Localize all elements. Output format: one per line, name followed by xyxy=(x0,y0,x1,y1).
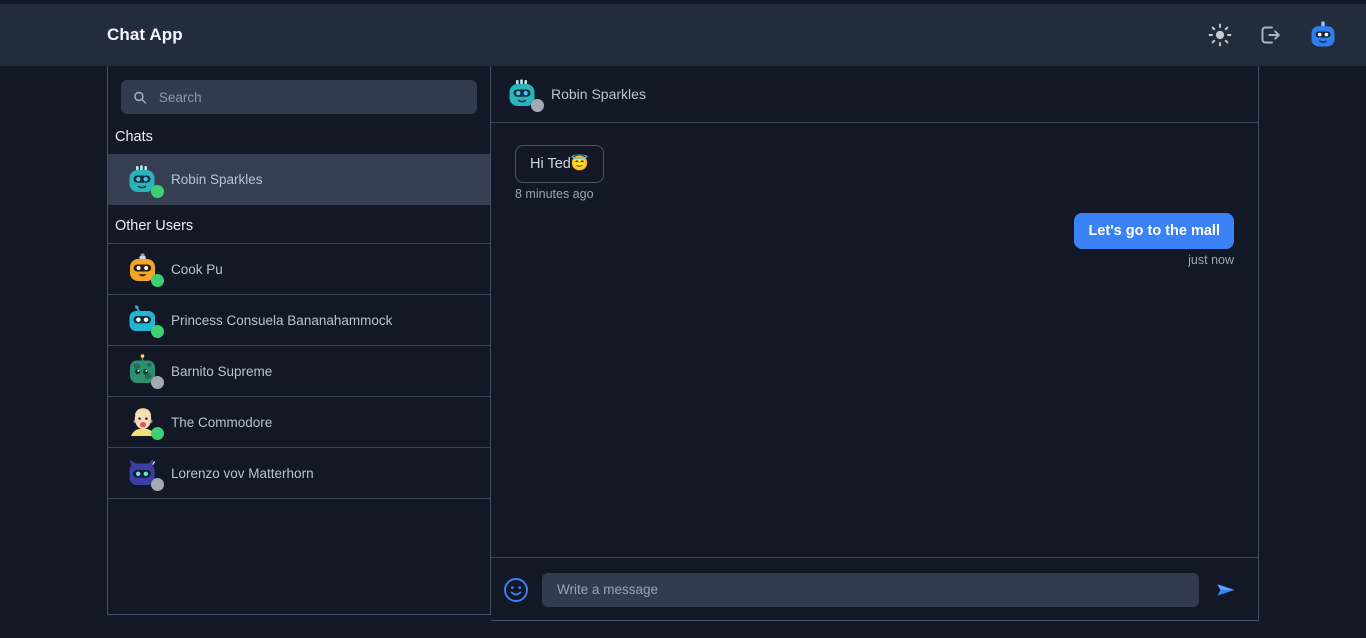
message-bubble: Let's go to the mall xyxy=(1074,213,1234,250)
composer-bottom-border xyxy=(491,620,1259,621)
status-dot-offline xyxy=(531,99,544,112)
chat-header: Robin Sparkles xyxy=(491,66,1258,123)
search-box[interactable] xyxy=(121,80,477,114)
sun-icon xyxy=(1208,23,1232,47)
sidebar-item-cook-pu[interactable]: Cook Pu xyxy=(108,243,490,294)
search-input[interactable] xyxy=(156,88,465,106)
status-dot-online xyxy=(151,427,164,440)
sidebar-item-label: Barnito Supreme xyxy=(171,363,273,379)
chat-app-window: Chat App Search Chats Robin Sparkles Oth… xyxy=(0,0,1366,638)
sidebar-item-label: The Commodore xyxy=(171,414,273,430)
chat-panel: Robin Sparkles Hi Ted😇 8 minutes ago Let… xyxy=(491,66,1259,557)
current-user-avatar[interactable] xyxy=(1308,20,1338,50)
emoji-picker-button[interactable] xyxy=(503,577,529,603)
chat-contact-name: Robin Sparkles xyxy=(551,86,646,102)
page-title: Chat App xyxy=(107,25,183,44)
sidebar-item-label: Cook Pu xyxy=(171,261,223,277)
message-list: Hi Ted😇 8 minutes ago Let's go to the ma… xyxy=(491,123,1258,557)
sidebar-item-label: Lorenzo vov Matterhorn xyxy=(171,465,314,481)
message-composer xyxy=(491,557,1259,621)
status-dot-online xyxy=(151,184,164,198)
status-dot-online xyxy=(151,274,164,287)
avatar xyxy=(126,456,164,491)
sidebar-item-robin-sparkles[interactable]: Robin Sparkles xyxy=(108,154,490,205)
status-dot-offline xyxy=(151,376,164,389)
avatar xyxy=(126,252,164,287)
robot-avatar-blue-icon xyxy=(1311,21,1335,47)
sidebar-bottom-border xyxy=(107,614,491,615)
theme-toggle-button[interactable] xyxy=(1208,23,1232,47)
sidebar-empty-space xyxy=(108,498,490,615)
sidebar-item-barnito-supreme[interactable]: Barnito Supreme xyxy=(108,345,490,396)
smiley-icon xyxy=(504,577,528,602)
message-timestamp: just now xyxy=(1188,253,1234,268)
other-users-list: Cook Pu Princess Consuela Bananahammock … xyxy=(108,243,490,498)
search-container xyxy=(108,66,490,114)
message-incoming: Hi Ted😇 8 minutes ago xyxy=(515,145,1234,201)
avatar xyxy=(126,354,164,389)
avatar xyxy=(506,77,544,112)
message-timestamp: 8 minutes ago xyxy=(515,187,594,202)
chats-list: Robin Sparkles xyxy=(108,154,490,205)
avatar xyxy=(126,163,164,198)
sidebar-item-label: Robin Sparkles xyxy=(171,172,263,187)
avatar xyxy=(126,303,164,338)
sidebar-item-lorenzo-vov-matterhorn[interactable]: Lorenzo vov Matterhorn xyxy=(108,447,490,498)
sidebar-item-label: Princess Consuela Bananahammock xyxy=(171,312,393,328)
other-users-section-label: Other Users xyxy=(115,218,194,234)
message-bubble: Hi Ted😇 xyxy=(515,145,604,184)
sidebar-item-the-commodore[interactable]: The Commodore xyxy=(108,396,490,447)
message-input[interactable] xyxy=(542,572,1199,607)
status-dot-online xyxy=(151,325,164,338)
sidebar-item-princess-consuela-bananahammock[interactable]: Princess Consuela Bananahammock xyxy=(108,294,490,345)
avatar xyxy=(126,405,164,440)
header-actions xyxy=(1208,20,1338,50)
logout-button[interactable] xyxy=(1257,22,1283,48)
logout-icon xyxy=(1261,26,1280,44)
chats-section-label: Chats xyxy=(115,129,153,145)
app-header: Chat App xyxy=(0,4,1366,66)
send-icon xyxy=(1217,583,1235,596)
sidebar: Chats xyxy=(107,66,491,615)
search-icon xyxy=(134,91,147,104)
message-outgoing: Let's go to the mall just now xyxy=(515,213,1234,267)
status-dot-offline xyxy=(151,478,164,491)
app-body: Chats xyxy=(0,66,1366,638)
send-button[interactable] xyxy=(1212,576,1240,604)
